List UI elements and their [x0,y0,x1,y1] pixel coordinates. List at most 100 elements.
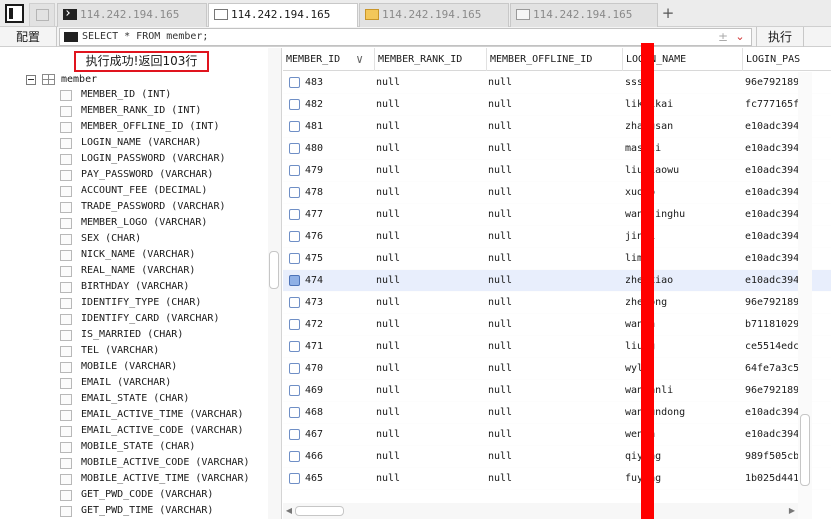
cell-member-rank-id[interactable]: null [376,160,476,182]
cell-member-offline-id[interactable]: null [488,248,608,270]
cell-member-offline-id[interactable]: null [488,182,608,204]
cell-login-password[interactable]: e10adc394 [745,424,831,446]
tree-column-item[interactable]: EMAIL_ACTIVE_TIME (VARCHAR) [60,407,250,423]
tab-terminal[interactable]: 114.242.194.165 [57,3,207,27]
cell-login-password[interactable]: b71181029 [745,314,831,336]
blank-tab[interactable] [29,3,55,27]
cell-member-id[interactable]: 471 [305,336,365,358]
cell-member-rank-id[interactable]: null [376,402,476,424]
cell-login-password[interactable]: 96e792189 [745,380,831,402]
cell-member-rank-id[interactable]: null [376,380,476,402]
cell-member-rank-id[interactable]: null [376,94,476,116]
cell-member-rank-id[interactable]: null [376,138,476,160]
table-row[interactable]: 465nullnullfuyang1b025d441 [283,468,831,490]
tree-column-item[interactable]: MEMBER_ID (INT) [60,87,250,103]
table-row[interactable]: 471nullnullliungce5514edc [283,336,831,358]
table-row[interactable]: 468 null null wangundong e10adc394 [283,402,831,424]
cell-member-offline-id[interactable]: null [488,116,608,138]
row-select-icon[interactable] [289,275,300,286]
tree-column-item[interactable]: SEX (CHAR) [60,231,250,247]
tree-column-item[interactable]: MOBILE_STATE (CHAR) [60,439,250,455]
header-member-rank-id[interactable]: MEMBER_RANK_ID [375,48,487,71]
cell-member-rank-id[interactable]: null [376,116,476,138]
config-button[interactable]: 配置 [0,27,57,47]
cell-member-id[interactable]: 468 [305,402,365,424]
cell-login-password[interactable]: e10adc394 [745,226,831,248]
table-row[interactable]: 479nullnullliuxiaowue10adc394 [283,160,831,182]
cell-member-id[interactable]: 474 [305,270,365,292]
cell-login-password[interactable]: 989f505cb [745,446,831,468]
row-select-icon[interactable] [289,385,300,396]
chevron-down-icon[interactable]: ⌄ [733,29,747,45]
cell-login-password[interactable]: e10adc394 [745,160,831,182]
cell-member-id[interactable]: 477 [305,204,365,226]
cell-member-offline-id[interactable]: null [488,270,608,292]
tree-column-item[interactable]: NICK_NAME (VARCHAR) [60,247,250,263]
grid-vertical-scrollbar[interactable] [798,72,812,519]
row-select-icon[interactable] [289,473,300,484]
tree-scrollbar[interactable] [268,48,281,519]
cell-member-rank-id[interactable]: null [376,424,476,446]
table-row[interactable]: 481nullnullzhangsane10adc394 [283,116,831,138]
tree-column-item[interactable]: PAY_PASSWORD (VARCHAR) [60,167,250,183]
new-tab-button[interactable]: + [660,4,676,22]
cell-login-password[interactable]: 96e792189 [745,72,831,94]
row-select-icon[interactable] [289,143,300,154]
cell-login-password[interactable]: e10adc394 [745,138,831,160]
cell-member-id[interactable]: 472 [305,314,365,336]
cell-login-password[interactable]: e10adc394 [745,116,831,138]
row-select-icon[interactable] [289,429,300,440]
cell-login-password[interactable]: e10adc394 [745,402,831,424]
row-select-icon[interactable] [289,99,300,110]
grid-hscroll-thumb[interactable] [295,506,344,516]
row-select-icon[interactable] [289,253,300,264]
tree-column-item[interactable]: EMAIL_STATE (CHAR) [60,391,250,407]
cell-member-id[interactable]: 479 [305,160,365,182]
header-login-password[interactable]: LOGIN_PAS [743,48,831,71]
tree-column-item[interactable]: MEMBER_LOGO (VARCHAR) [60,215,250,231]
cell-login-password[interactable]: fc777165f [745,94,831,116]
cell-login-password[interactable]: e10adc394 [745,182,831,204]
cell-login-password[interactable]: e10adc394 [745,248,831,270]
plus-minus-button[interactable]: ± [716,29,730,45]
cell-member-rank-id[interactable]: null [376,72,476,94]
table-row[interactable]: 472nullnullwanghb71181029 [283,314,831,336]
cell-member-id[interactable]: 465 [305,468,365,490]
sql-input[interactable] [82,29,682,45]
panel-toggle-icon[interactable] [5,4,24,23]
cell-member-offline-id[interactable]: null [488,292,608,314]
row-select-icon[interactable] [289,363,300,374]
cell-member-id[interactable]: 475 [305,248,365,270]
tree-scroll-thumb[interactable] [269,251,279,289]
row-select-icon[interactable] [289,319,300,330]
tree-column-item[interactable]: EMAIL_ACTIVE_CODE (VARCHAR) [60,423,250,439]
cell-member-id[interactable]: 478 [305,182,365,204]
cell-member-id[interactable]: 480 [305,138,365,160]
row-select-icon[interactable] [289,407,300,418]
cell-member-offline-id[interactable]: null [488,160,608,182]
table-row[interactable]: 466nullnullqiyeng989f505cb [283,446,831,468]
cell-member-id[interactable]: 481 [305,116,365,138]
row-select-icon[interactable] [289,77,300,88]
table-row[interactable]: 474nullnullzhenxiaoe10adc394 [283,270,831,292]
table-row[interactable]: 482nullnulllikaikaifc777165f [283,94,831,116]
cell-member-offline-id[interactable]: null [488,138,608,160]
table-row[interactable]: 470 null null wyl3 64fe7a3c5 [283,358,831,380]
tree-column-item[interactable]: GET_PWD_TIME (VARCHAR) [60,503,250,519]
cell-member-rank-id[interactable]: null [376,358,476,380]
tab-file-browser[interactable]: 114.242.194.165 [359,3,509,27]
tab-sql-editor[interactable]: 114.242.194.165 [208,3,358,28]
tree-column-item[interactable]: MEMBER_OFFLINE_ID (INT) [60,119,250,135]
cell-member-rank-id[interactable]: null [376,446,476,468]
cell-member-id[interactable]: 473 [305,292,365,314]
header-member-offline-id[interactable]: MEMBER_OFFLINE_ID [487,48,623,71]
cell-login-password[interactable]: ce5514edc [745,336,831,358]
table-row[interactable]: 473nullnullzhenong96e792189 [283,292,831,314]
cell-member-offline-id[interactable]: null [488,72,608,94]
row-select-icon[interactable] [289,121,300,132]
cell-member-offline-id[interactable]: null [488,358,608,380]
tree-column-item[interactable]: REAL_NAME (VARCHAR) [60,263,250,279]
cell-member-offline-id[interactable]: null [488,402,608,424]
table-row[interactable]: 483 null null ssss 96e792189 [283,72,831,94]
cell-member-offline-id[interactable]: null [488,468,608,490]
